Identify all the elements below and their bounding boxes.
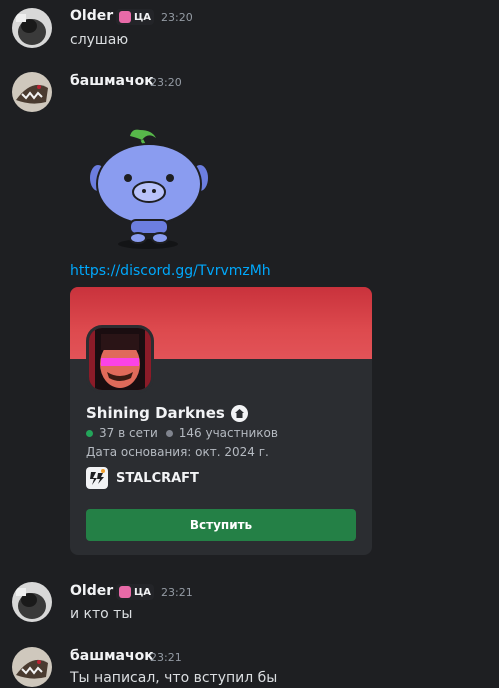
online-dot-icon — [86, 429, 93, 437]
wumpus-sticker[interactable] — [86, 126, 216, 256]
server-game: STALCRAFT — [86, 467, 199, 489]
tag-icon — [119, 11, 131, 23]
username[interactable]: башмачок — [70, 648, 154, 664]
founded-date: Дата основания: окт. 2024 г. — [86, 445, 269, 459]
invite-link[interactable]: https://discord.gg/TvrvmzMh — [70, 263, 271, 279]
member-count: 146 участников — [178, 426, 278, 440]
avatar-older[interactable] — [12, 582, 52, 622]
join-button[interactable]: Вступить — [86, 509, 356, 541]
stalcraft-icon — [86, 467, 108, 489]
message-text: Ты написал, что вступил бы — [70, 670, 278, 686]
timestamp: 23:20 — [161, 11, 193, 24]
server-stats: 37 в сети 146 участников — [86, 426, 278, 440]
online-count: 37 в сети — [99, 426, 158, 440]
timestamp: 23:21 — [161, 586, 193, 599]
avatar-older[interactable] — [12, 8, 52, 48]
avatar-bashmachok[interactable] — [12, 647, 52, 687]
message-text: и кто ты — [70, 606, 133, 622]
message-text: слушаю — [70, 32, 129, 48]
community-badge-icon — [230, 404, 248, 422]
tag-label: ЦА — [134, 586, 152, 598]
avatar-bashmachok[interactable] — [12, 72, 52, 112]
server-invite-card: Shining Darknes 37 в сети 146 участников… — [70, 287, 372, 555]
username[interactable]: Older — [70, 8, 113, 24]
guild-tag[interactable]: ЦА — [116, 584, 155, 600]
tag-icon — [119, 586, 131, 598]
timestamp: 23:20 — [150, 76, 182, 89]
username[interactable]: башмачок — [70, 73, 154, 89]
server-icon[interactable] — [86, 325, 154, 393]
server-name[interactable]: Shining Darknes — [86, 404, 248, 422]
timestamp: 23:21 — [150, 651, 182, 664]
members-dot-icon — [165, 429, 173, 437]
game-name: STALCRAFT — [116, 470, 199, 486]
tag-label: ЦА — [134, 11, 152, 23]
server-name-text: Shining Darknes — [86, 404, 225, 422]
guild-tag[interactable]: ЦА — [116, 9, 155, 25]
username[interactable]: Older — [70, 583, 113, 599]
